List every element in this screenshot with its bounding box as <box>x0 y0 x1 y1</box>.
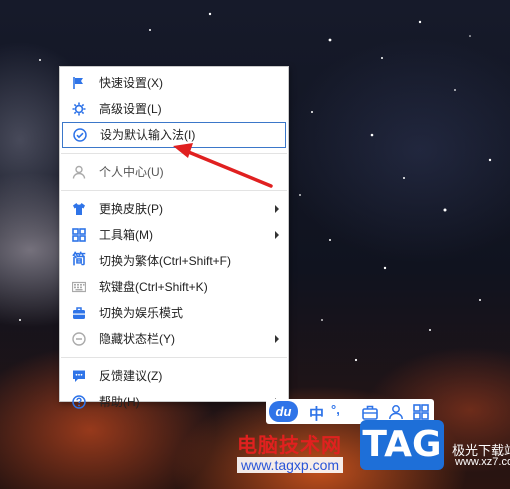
menu-item-change-skin[interactable]: 更换皮肤(P) <box>60 196 288 222</box>
menu-item-label: 更换皮肤(P) <box>99 202 163 216</box>
menu-item-hide-statusbar[interactable]: 隐藏状态栏(Y) <box>60 326 288 352</box>
person-icon[interactable] <box>388 404 404 420</box>
ime-logo[interactable]: du <box>269 401 298 422</box>
flag-icon <box>73 77 83 89</box>
traditional-char-icon: 简 <box>72 252 86 268</box>
menu-item-label: 高级设置(L) <box>99 102 162 116</box>
chat-icon <box>73 370 85 382</box>
submenu-arrow-icon <box>275 335 279 343</box>
watermark-site-name: 电脑技术网 <box>237 433 342 457</box>
menu-item-label: 帮助(H) <box>99 395 140 409</box>
menu-item-label: 工具箱(M) <box>99 228 153 242</box>
grid-icon[interactable] <box>413 404 429 420</box>
menu-item-toolbox[interactable]: 工具箱(M) <box>60 222 288 248</box>
menu-item-label: 快速设置(X) <box>99 76 163 90</box>
person-icon <box>72 165 86 179</box>
menu-item-soft-keyboard[interactable]: 软键盘(Ctrl+Shift+K) <box>60 274 288 300</box>
briefcase-icon[interactable] <box>362 404 378 420</box>
menu-separator <box>61 190 287 191</box>
menu-item-label: 个人中心(U) <box>99 165 164 179</box>
menu-item-label: 切换为繁体(Ctrl+Shift+F) <box>99 254 232 268</box>
menu-item-help[interactable]: 帮助(H) <box>60 389 288 415</box>
watermark-sub-url: www.xz7.com <box>455 456 510 468</box>
keyboard-icon <box>72 281 86 293</box>
ime-mode-toggle[interactable]: 中 <box>309 403 324 424</box>
menu-item-personal-center[interactable]: 个人中心(U) <box>60 159 288 185</box>
shirt-icon <box>73 203 85 215</box>
watermark-url: www.tagxp.com <box>237 457 344 473</box>
menu-item-quick-settings[interactable]: 快速设置(X) <box>60 70 288 96</box>
submenu-arrow-icon <box>275 205 279 213</box>
menu-item-label: 切换为娱乐模式 <box>99 306 184 320</box>
menu-item-switch-traditional[interactable]: 简 切换为繁体(Ctrl+Shift+F) <box>60 248 288 274</box>
menu-item-label: 设为默认输入法(I) <box>100 128 196 142</box>
menu-item-feedback[interactable]: 反馈建议(Z) <box>60 363 288 389</box>
help-icon <box>72 395 86 409</box>
gear-icon <box>72 102 86 116</box>
grid-icon <box>72 228 86 242</box>
menu-item-label: 隐藏状态栏(Y) <box>99 332 175 346</box>
menu-item-advanced-settings[interactable]: 高级设置(L) <box>60 96 288 122</box>
menu-separator <box>61 357 287 358</box>
menu-item-label: 软键盘(Ctrl+Shift+K) <box>99 280 208 294</box>
menu-item-label: 反馈建议(Z) <box>99 369 163 383</box>
minus-circle-icon <box>72 332 86 346</box>
menu-item-entertainment-mode[interactable]: 切换为娱乐模式 <box>60 300 288 326</box>
menu-item-set-default-ime[interactable]: 设为默认输入法(I) <box>62 122 286 148</box>
ime-context-menu: 快速设置(X) 高级设置(L) 设为默认输入法(I) 个人中心(U) 更换皮肤(… <box>59 66 289 409</box>
menu-separator <box>61 153 287 154</box>
watermark-tag-logo: TAG <box>360 420 444 470</box>
submenu-arrow-icon <box>275 231 279 239</box>
punctuation-toggle[interactable]: °, <box>331 402 340 417</box>
briefcase-icon <box>73 307 85 319</box>
check-circle-icon <box>73 128 87 142</box>
